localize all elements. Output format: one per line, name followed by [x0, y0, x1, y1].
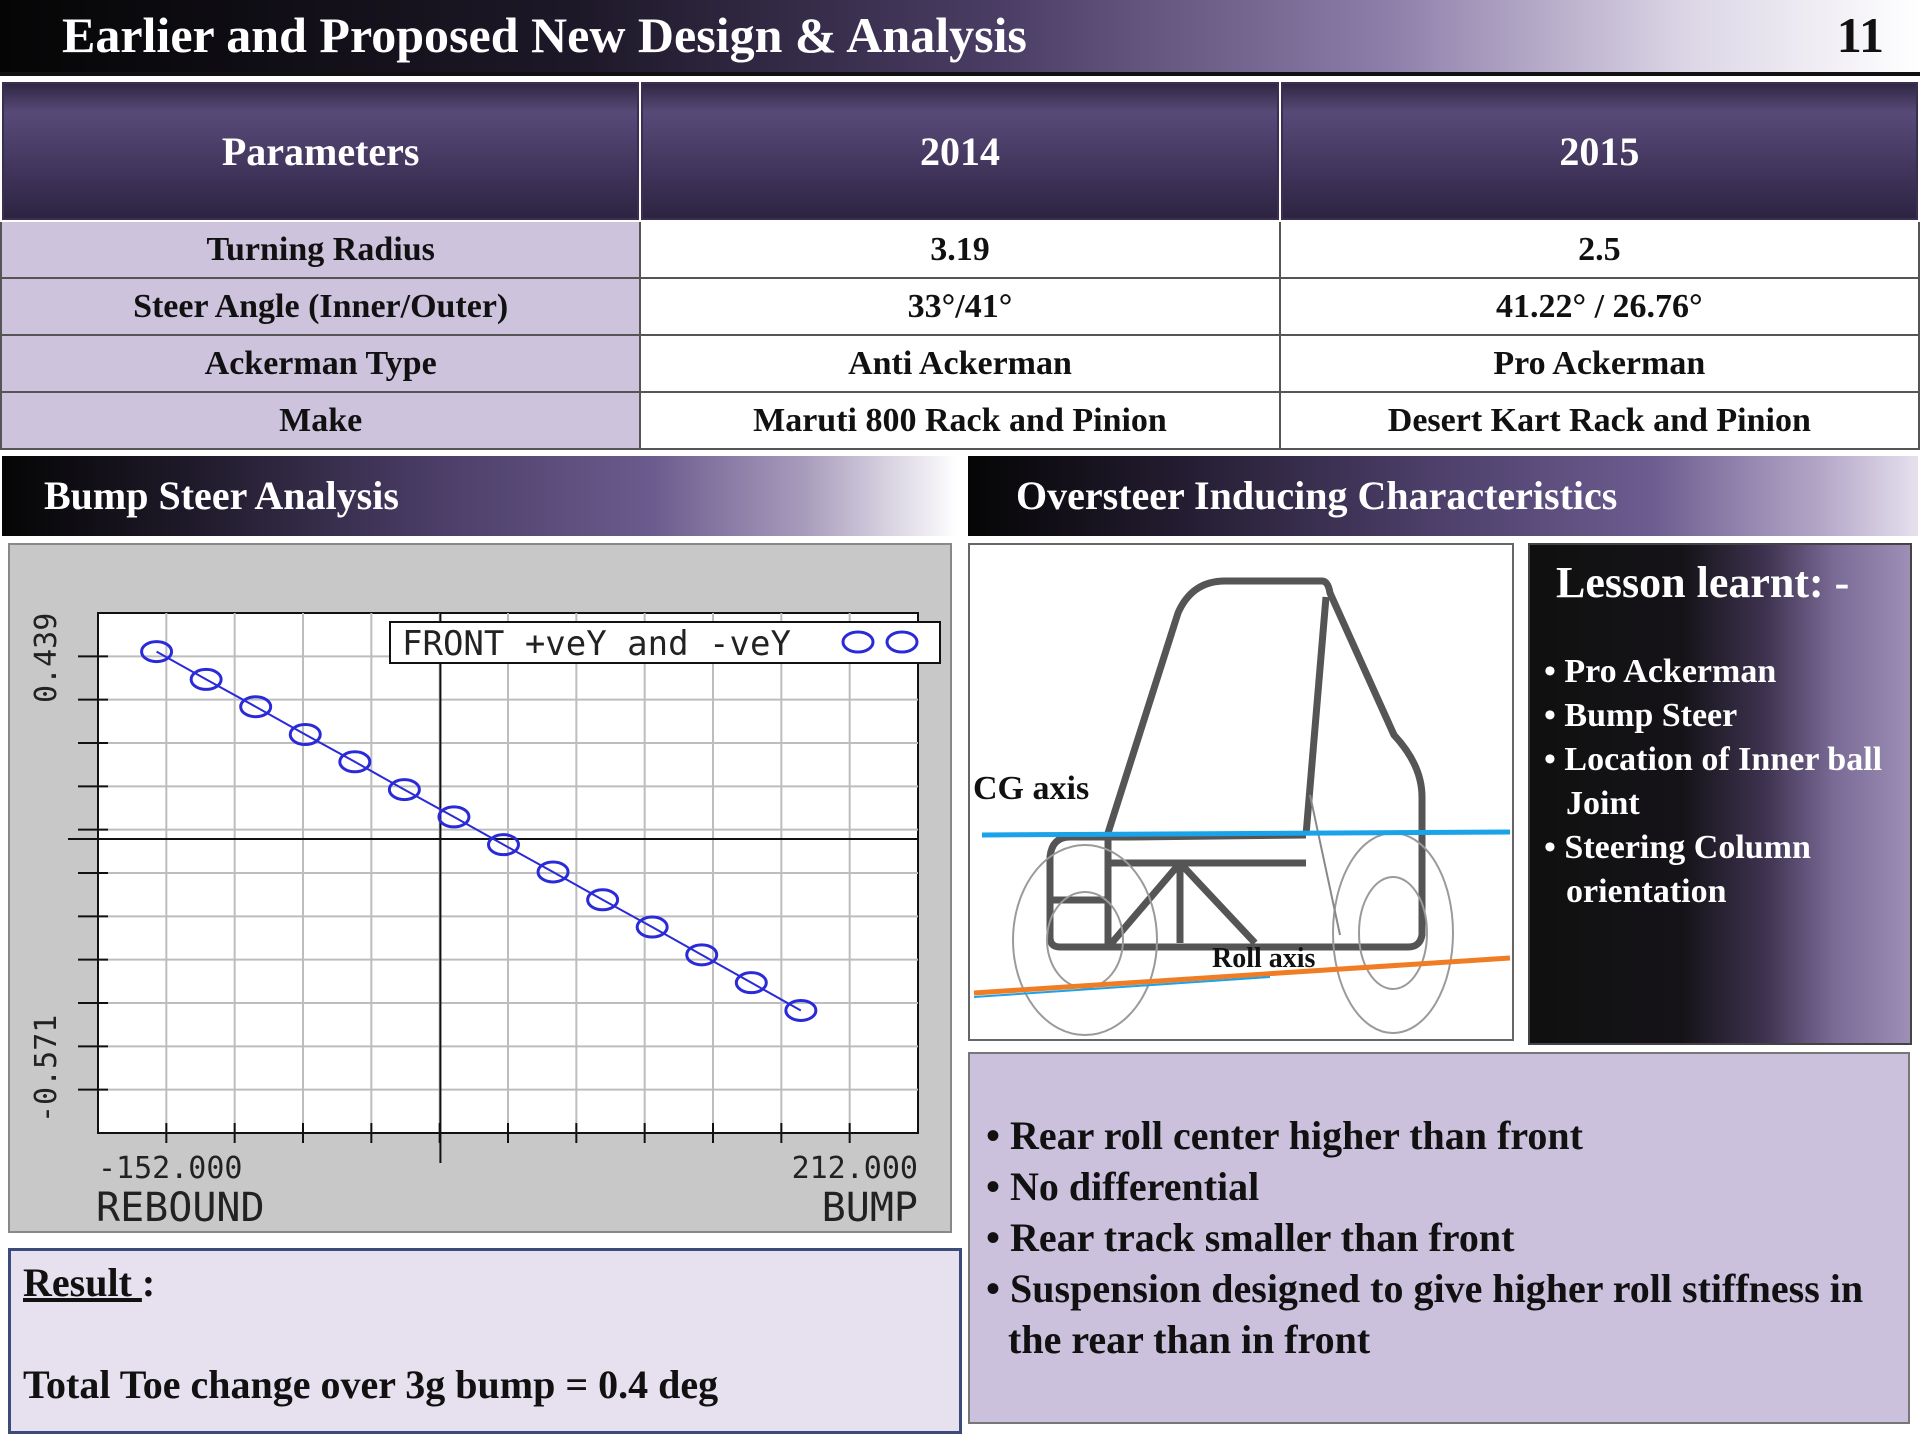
roll-cage-frame: [1046, 577, 1426, 951]
kart-frame-image: CG axis Roll axis: [968, 543, 1514, 1041]
cg-axis-line: [981, 829, 1511, 838]
list-item: Bump Steer: [1544, 694, 1904, 738]
list-item: Suspension designed to give higher roll …: [978, 1263, 1898, 1365]
front-wheel-outer: [1012, 844, 1158, 1036]
value-2014-cell: 3.19: [639, 220, 1281, 279]
bump-steer-header: Bump Steer Analysis: [2, 456, 958, 536]
cg-axis-label: CG axis: [973, 770, 1089, 807]
table-header-row: Parameters 2014 2015: [0, 80, 1920, 222]
value-2014-cell: Maruti 800 Rack and Pinion: [639, 391, 1281, 450]
param-cell: Ackerman Type: [0, 334, 642, 393]
header-2014: 2014: [639, 80, 1281, 222]
result-colon: :: [141, 1260, 156, 1305]
result-box: Result : Total Toe change over 3g bump =…: [8, 1248, 962, 1434]
list-item: Location of Inner ball Joint: [1544, 738, 1904, 826]
slide-title: Earlier and Proposed New Design & Analys…: [62, 7, 1027, 63]
list-item: No differential: [978, 1161, 1898, 1212]
header-2015: 2015: [1278, 80, 1920, 222]
table-row: Ackerman Type Anti Ackerman Pro Ackerman: [0, 334, 1920, 393]
kart-drawing: CG axis Roll axis: [973, 577, 1511, 1036]
value-2014-cell: 33°/41°: [639, 277, 1281, 336]
header-parameters: Parameters: [0, 80, 642, 222]
value-2015-cell: 2.5: [1278, 220, 1920, 279]
legend-text: FRONT +veY and -veY: [402, 624, 791, 664]
value-2015-cell: 41.22° / 26.76°: [1278, 277, 1920, 336]
title-bar: Earlier and Proposed New Design & Analys…: [0, 0, 1920, 76]
param-cell: Turning Radius: [0, 220, 642, 279]
result-text: Total Toe change over 3g bump = 0.4 deg: [23, 1362, 719, 1407]
oversteer-characteristics-box: Rear roll center higher than front No di…: [968, 1052, 1910, 1424]
parameter-table: Parameters 2014 2015 Turning Radius 3.19…: [0, 80, 1920, 450]
lesson-learnt-box: Lesson learnt: - Pro Ackerman Bump Steer…: [1528, 543, 1912, 1045]
result-label-text: Result: [23, 1260, 142, 1305]
value-2014-cell: Anti Ackerman: [639, 334, 1281, 393]
chart-canvas: FRONT +veY and -veY 0.439 -0.571 -152.00…: [29, 612, 941, 1231]
list-item: Rear track smaller than front: [978, 1212, 1898, 1263]
x-max-label: 212.000: [792, 1151, 918, 1186]
roll-axis-label: Roll axis: [1212, 943, 1316, 974]
chart-legend: FRONT +veY and -veY: [389, 621, 941, 664]
param-cell: Steer Angle (Inner/Outer): [0, 277, 642, 336]
oversteer-header: Oversteer Inducing Characteristics: [968, 456, 1918, 536]
table-row: Turning Radius 3.19 2.5: [0, 220, 1920, 279]
result-label: Result :: [23, 1259, 155, 1306]
lesson-title: Lesson learnt: -: [1556, 558, 1850, 607]
bump-steer-chart: FRONT +veY and -veY 0.439 -0.571 -152.00…: [8, 543, 952, 1233]
list-item: Steering Column orientation: [1544, 826, 1904, 914]
y-min-label: -0.571: [29, 1015, 64, 1123]
x-label-rebound: REBOUND: [96, 1185, 265, 1231]
table-row: Make Maruti 800 Rack and Pinion Desert K…: [0, 391, 1920, 450]
rear-wheel-outer: [1332, 832, 1454, 1034]
list-item: Rear roll center higher than front: [978, 1110, 1898, 1161]
lesson-list: Pro Ackerman Bump Steer Location of Inne…: [1544, 650, 1904, 914]
param-cell: Make: [0, 391, 642, 450]
x-label-bump: BUMP: [822, 1185, 918, 1231]
table-row: Steer Angle (Inner/Outer) 33°/41° 41.22°…: [0, 277, 1920, 336]
value-2015-cell: Pro Ackerman: [1278, 334, 1920, 393]
x-min-label: -152.000: [98, 1151, 243, 1186]
list-item: Pro Ackerman: [1544, 650, 1904, 694]
value-2015-cell: Desert Kart Rack and Pinion: [1278, 391, 1920, 450]
slide-number: 11: [1836, 7, 1884, 63]
rear-wheel-inner: [1358, 876, 1428, 990]
y-max-label: 0.439: [29, 613, 64, 703]
characteristics-list: Rear roll center higher than front No di…: [978, 1110, 1898, 1365]
